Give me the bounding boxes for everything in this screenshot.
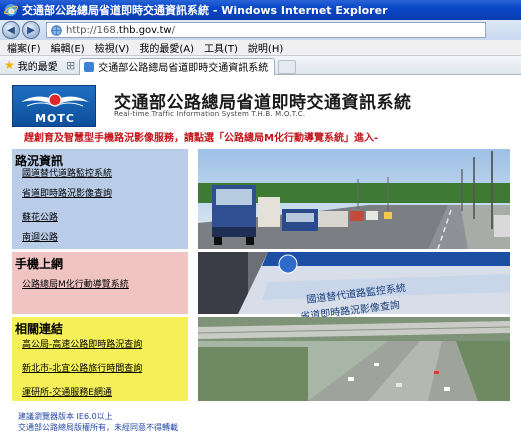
forward-arrow-icon: ▶ bbox=[27, 24, 35, 36]
section-heading: 相關連結 bbox=[15, 322, 64, 336]
photo-freeway-interchange bbox=[198, 317, 510, 401]
section-traffic-info: 路況資訊 國道替代道路監控系統 省道即時路況影像查詢 蘇花公路 南迴公路 bbox=[12, 149, 188, 249]
url-prefix: http://168. bbox=[66, 24, 119, 36]
url-host: thb.gov.tw bbox=[118, 24, 172, 36]
site-header: MOTC 交通部公路總局省道即時交通資訊系統 Real-time Traffic… bbox=[12, 85, 521, 135]
menu-bar: 檔案(F) 編輯(E) 檢視(V) 我的最愛(A) 工具(T) 說明(H) bbox=[0, 40, 521, 56]
window-titlebar: e 交通部公路總局省道即時交通資訊系統 - Windows Internet E… bbox=[0, 0, 521, 20]
motc-logo: MOTC bbox=[12, 85, 96, 127]
link-provincial-cctv[interactable]: 省道即時路況影像查詢 bbox=[22, 186, 112, 199]
section-related-links: 相關連結 高公局-高速公路即時路況查詢 新北市-北宜公路旅行時間查詢 運研所-交… bbox=[12, 317, 188, 401]
link-beiyi-travel-time[interactable]: 新北市-北宜公路旅行時間查詢 bbox=[22, 361, 142, 374]
window-title: 交通部公路總局省道即時交通資訊系統 - Windows Internet Exp… bbox=[22, 4, 388, 17]
link-nanhui-highway[interactable]: 南迴公路 bbox=[22, 230, 58, 243]
favorites-button[interactable]: ★ 我的最愛 bbox=[0, 58, 62, 73]
svg-text:e: e bbox=[8, 6, 15, 17]
url-field[interactable]: http://168. thb.gov.tw / bbox=[46, 22, 486, 38]
tab-current[interactable]: 交通部公路總局省道即時交通資訊系統 bbox=[79, 57, 276, 75]
link-iot-traffic-service[interactable]: 運研所-交通服務E網通 bbox=[22, 385, 112, 398]
logo-text: MOTC bbox=[35, 112, 75, 125]
promo-banner[interactable]: 趕創育及智慧型手機路況影像服務，請點選「公路總局M化行動導覽系統」進入- bbox=[24, 129, 378, 144]
back-button[interactable]: ◀ bbox=[2, 21, 20, 39]
favorites-star-icon: ★ bbox=[4, 58, 15, 72]
tab-page-icon bbox=[84, 61, 95, 72]
favorites-label: 我的最愛 bbox=[17, 61, 58, 73]
internet-explorer-icon: e bbox=[4, 4, 18, 17]
footer-browser-note: 建議瀏覽器版本 IE6.0以上 bbox=[18, 412, 113, 421]
link-suhua-highway[interactable]: 蘇花公路 bbox=[22, 210, 58, 223]
section-mobile: 手機上網 公路總局M化行動導覽系統 bbox=[12, 252, 188, 314]
section-heading: 手機上網 bbox=[15, 257, 64, 271]
photo-highway-traffic bbox=[198, 149, 510, 249]
address-bar: ◀ ▶ http://168. thb.gov.tw / bbox=[0, 20, 521, 40]
menu-help[interactable]: 說明(H) bbox=[243, 40, 288, 55]
menu-view[interactable]: 檢視(V) bbox=[90, 40, 135, 55]
new-tab-button[interactable] bbox=[278, 59, 297, 74]
quick-tabs-icon[interactable]: ⊞ bbox=[66, 59, 75, 72]
link-mobile-guide[interactable]: 公路總局M化行動導覽系統 bbox=[22, 277, 129, 290]
menu-favorites[interactable]: 我的最愛(A) bbox=[134, 40, 199, 55]
link-highway-alt-monitor[interactable]: 國道替代道路監控系統 bbox=[22, 166, 112, 179]
tab-title: 交通部公路總局省道即時交通資訊系統 bbox=[98, 63, 269, 74]
forward-button[interactable]: ▶ bbox=[22, 21, 40, 39]
footer-copyright: 交通部公路總局版權所有，未經同意不得轉載 bbox=[18, 423, 178, 432]
menu-edit[interactable]: 編輯(E) bbox=[46, 40, 90, 55]
link-freeway-bureau[interactable]: 高公局-高速公路即時路況查詢 bbox=[22, 337, 142, 350]
tabs-bar: ★ 我的最愛 ⊞ 交通部公路總局省道即時交通資訊系統 bbox=[0, 56, 521, 75]
site-subtitle: Real-time Traffic Information System T.H… bbox=[114, 110, 306, 118]
menu-file[interactable]: 檔案(F) bbox=[2, 40, 46, 55]
page-footer: 建議瀏覽器版本 IE6.0以上 交通部公路總局版權所有，未經同意不得轉載 bbox=[18, 411, 178, 433]
url-suffix: / bbox=[171, 24, 175, 36]
menu-tools[interactable]: 工具(T) bbox=[199, 40, 243, 55]
back-arrow-icon: ◀ bbox=[7, 24, 15, 36]
page-globe-icon bbox=[51, 24, 62, 36]
